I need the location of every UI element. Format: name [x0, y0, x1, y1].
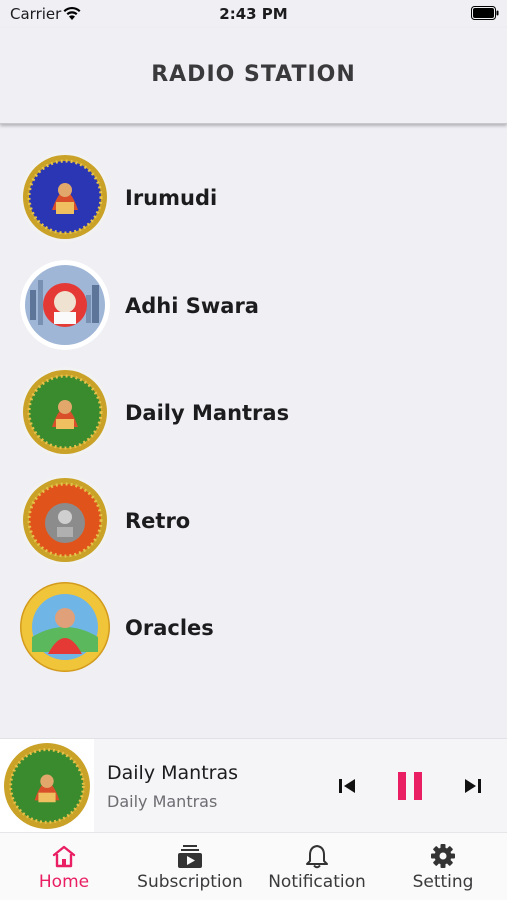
- station-name: Daily Mantras: [125, 401, 290, 425]
- gear-icon: [431, 844, 455, 868]
- status-bar: Carrier 2:43 PM: [0, 0, 507, 28]
- now-playing-subtitle: Daily Mantras: [107, 792, 218, 811]
- daily-mantras-logo-icon: [20, 367, 110, 457]
- pause-button[interactable]: [395, 770, 425, 802]
- station-name: Adhi Swara: [125, 294, 259, 318]
- tab-label: Subscription: [137, 872, 243, 892]
- now-playing-bar[interactable]: Daily Mantras Daily Mantras: [0, 738, 507, 833]
- tab-setting[interactable]: Setting: [380, 833, 506, 900]
- station-item-retro[interactable]: Retro: [0, 469, 507, 569]
- previous-track-icon[interactable]: [336, 776, 358, 796]
- station-item-daily-mantras[interactable]: Daily Mantras: [0, 361, 507, 461]
- irumudi-logo-icon: [20, 152, 110, 242]
- oracles-logo-icon: [20, 582, 110, 672]
- tab-bar: Home Subscription Notification Setting: [0, 832, 507, 900]
- tab-label: Setting: [412, 872, 474, 892]
- station-name: Retro: [125, 509, 191, 533]
- bell-icon: [306, 845, 328, 869]
- daily-mantras-logo-icon: [4, 743, 90, 829]
- retro-logo-icon: [20, 475, 110, 565]
- battery-icon: [471, 6, 499, 20]
- now-playing-artwork: [0, 739, 94, 833]
- tab-label: Home: [38, 872, 90, 892]
- now-playing-title: Daily Mantras: [107, 762, 238, 784]
- tab-notification[interactable]: Notification: [254, 833, 380, 900]
- station-item-irumudi[interactable]: Irumudi: [0, 146, 507, 246]
- station-item-oracles[interactable]: Oracles: [0, 576, 507, 676]
- subscription-icon: [178, 845, 202, 868]
- next-track-icon[interactable]: [462, 776, 484, 796]
- station-name: Irumudi: [125, 186, 218, 210]
- page-title: RADIO STATION: [151, 62, 356, 87]
- station-item-adhi-swara[interactable]: Adhi Swara: [0, 254, 507, 354]
- tab-label: Notification: [268, 872, 366, 892]
- clock-label: 2:43 PM: [219, 5, 288, 23]
- tab-home[interactable]: Home: [1, 833, 127, 900]
- nav-bar: RADIO STATION: [0, 28, 507, 124]
- home-icon: [52, 845, 76, 868]
- station-name: Oracles: [125, 616, 214, 640]
- adhi-swara-logo-icon: [20, 260, 110, 350]
- tab-subscription[interactable]: Subscription: [127, 833, 253, 900]
